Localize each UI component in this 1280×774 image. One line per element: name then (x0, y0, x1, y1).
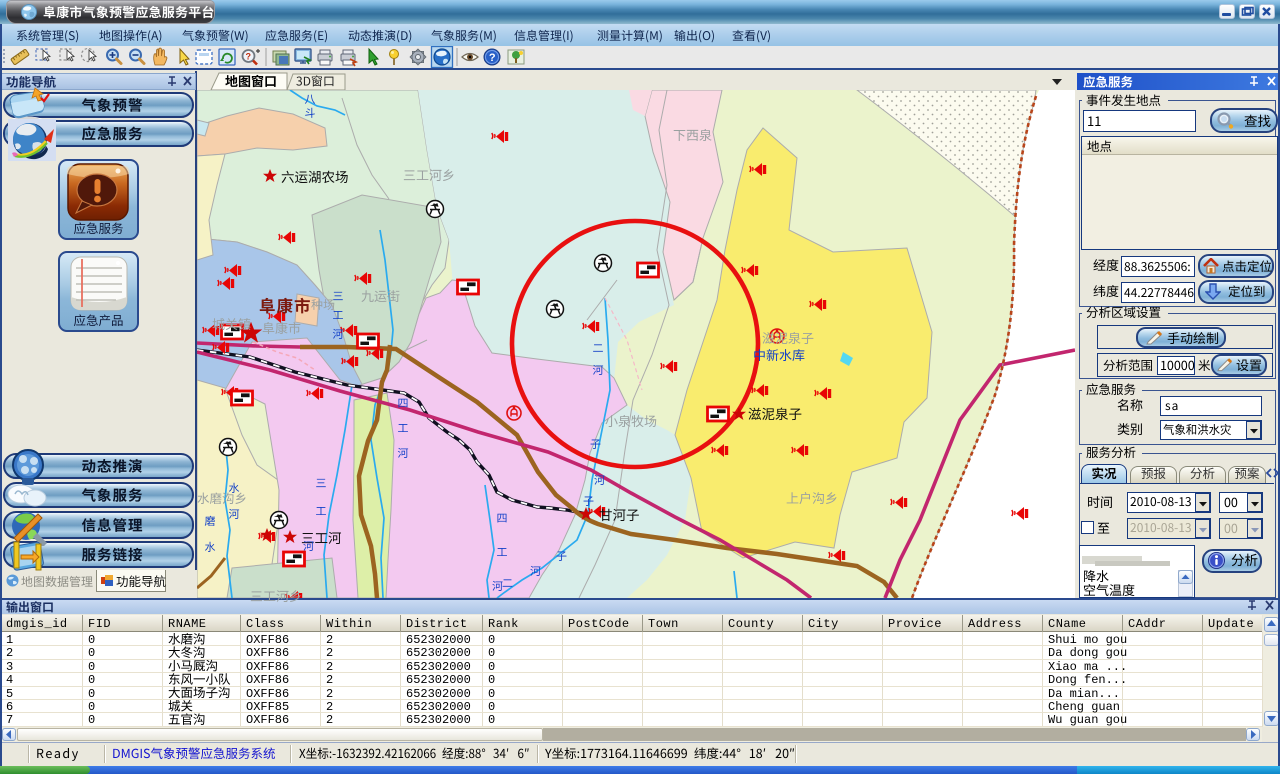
svg-text:?: ? (489, 52, 496, 64)
svg-text:?: ? (246, 52, 252, 62)
